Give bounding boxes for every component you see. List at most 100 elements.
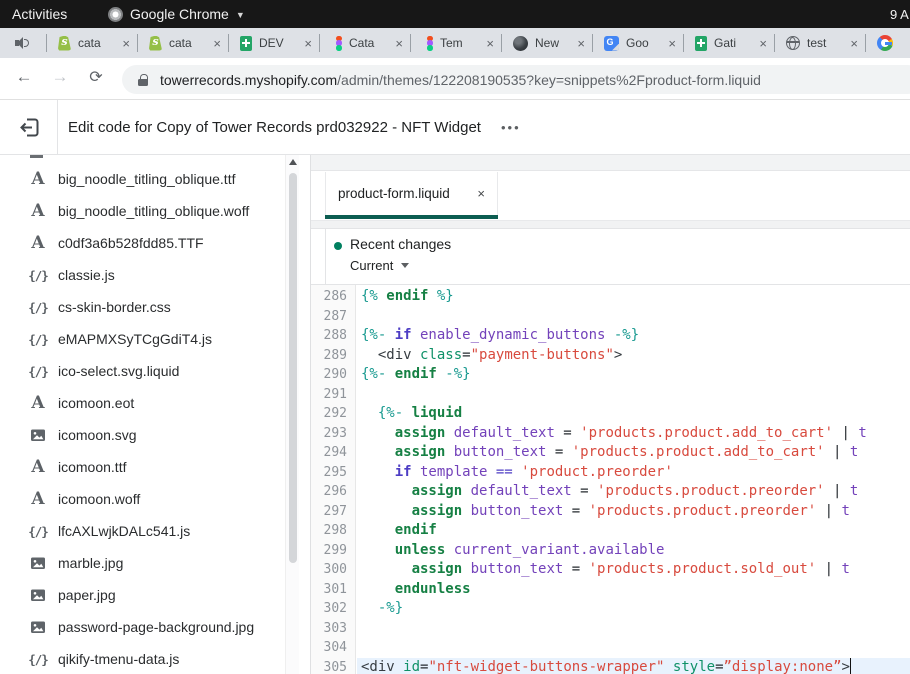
browser-tab[interactable]: New× — [501, 34, 592, 52]
file-list-item[interactable]: icomoon.svg — [0, 419, 284, 451]
activities-button[interactable]: Activities — [12, 6, 67, 22]
close-tab-icon[interactable]: × — [122, 36, 130, 51]
code-lines[interactable]: {% endif %} {%- if enable_dynamic_buttons… — [357, 285, 910, 674]
file-list-item[interactable]: Aicomoon.woff — [0, 483, 284, 515]
browser-tab[interactable]: DEV× — [228, 34, 319, 52]
code-token: t — [841, 561, 849, 577]
file-list-item[interactable]: Abig_noodle_titling_oblique.ttf — [0, 163, 284, 195]
code-line[interactable]: assign button_text = 'products.product.s… — [357, 560, 910, 580]
file-list-item[interactable]: {/}qikify-tmenu-data.js — [0, 643, 284, 674]
code-line[interactable]: endif — [357, 521, 910, 541]
code-token: > — [614, 347, 622, 363]
code-line[interactable]: endunless — [357, 580, 910, 600]
file-list-item[interactable]: {/}lfcAXLwjkDALc541.js — [0, 515, 284, 547]
file-list-item[interactable]: paper.jpg — [0, 579, 284, 611]
forward-button[interactable]: → — [48, 67, 72, 87]
file-list-item[interactable]: Ac0df3a6b528fdd85.TTF — [0, 227, 284, 259]
close-tab-icon[interactable]: × — [486, 36, 494, 51]
browser-tab[interactable]: cata× — [137, 34, 228, 52]
sidebar-scrollbar[interactable] — [285, 155, 299, 674]
code-line[interactable]: <div class="payment-buttons"> — [357, 346, 910, 366]
browser-tab[interactable]: test× — [774, 34, 865, 52]
browser-toolbar: ← → ⟳ towerrecords.myshopify.com/admin/t… — [0, 58, 910, 100]
close-tab-icon[interactable]: × — [213, 36, 221, 51]
page-title: Edit code for Copy of Tower Records prd0… — [68, 119, 481, 136]
line-number: 286 — [311, 287, 355, 307]
code-token: enable_dynamic_buttons — [412, 327, 606, 343]
tab-audio-indicator[interactable] — [0, 28, 46, 58]
code-icon-glyph: {/} — [28, 652, 48, 667]
code-token — [361, 581, 395, 597]
code-line[interactable]: -%} — [357, 599, 910, 619]
code-line[interactable] — [357, 385, 910, 405]
lock-icon[interactable] — [138, 74, 148, 86]
system-clock[interactable]: 9 A — [890, 7, 909, 22]
code-token: if — [395, 464, 412, 480]
code-token: -%} — [378, 600, 403, 616]
browser-tab[interactable]: Goo× — [592, 34, 683, 52]
recent-changes-label: Recent changes — [350, 236, 451, 252]
close-tab-icon[interactable]: × — [668, 36, 676, 51]
version-history-bar: Recent changes Current — [311, 229, 910, 285]
reload-button[interactable]: ⟳ — [84, 67, 108, 87]
close-tab-icon[interactable]: × — [395, 36, 403, 51]
browser-tab[interactable]: Tem× — [410, 34, 501, 52]
browser-tab[interactable] — [865, 34, 910, 52]
line-number-gutter: 2862872882892902912922932942952962972982… — [311, 285, 356, 674]
code-line[interactable] — [357, 307, 910, 327]
code-line[interactable]: {%- liquid — [357, 404, 910, 424]
browser-tab-label: Tem — [440, 36, 483, 50]
file-list-sidebar: Abig_noodle_titling_oblique.ttfAbig_nood… — [0, 155, 311, 674]
browser-tab[interactable]: Cata× — [319, 34, 410, 52]
code-token: current_variant.available — [445, 542, 664, 558]
code-line[interactable]: assign default_text = 'products.product.… — [357, 424, 910, 444]
close-tab-icon[interactable]: × — [759, 36, 767, 51]
close-tab-icon[interactable]: × — [577, 36, 585, 51]
code-area[interactable]: 2862872882892902912922932942952962972982… — [311, 285, 910, 674]
file-list-item[interactable]: Aicomoon.eot — [0, 387, 284, 419]
code-line[interactable]: assign default_text = 'products.product.… — [357, 482, 910, 502]
code-line[interactable]: {%- if enable_dynamic_buttons -%} — [357, 326, 910, 346]
back-button[interactable]: ← — [12, 67, 36, 87]
file-list-item[interactable]: Aicomoon.ttf — [0, 451, 284, 483]
exit-code-editor-button[interactable] — [18, 116, 41, 139]
close-tab-icon[interactable]: × — [304, 36, 312, 51]
file-list-item[interactable]: Abig_noodle_titling_oblique.woff — [0, 195, 284, 227]
code-line[interactable]: unless current_variant.available — [357, 541, 910, 561]
code-token: liquid — [412, 405, 463, 421]
font-icon-glyph: A — [31, 235, 44, 252]
chevron-down-icon[interactable] — [401, 263, 409, 268]
code-line[interactable] — [357, 638, 910, 658]
code-token: default_text — [462, 483, 572, 499]
clipped-file-icon — [30, 155, 43, 158]
address-bar-input[interactable]: towerrecords.myshopify.com/admin/themes/… — [122, 65, 910, 94]
code-line[interactable]: <div id="nft-widget-buttons-wrapper" sty… — [357, 658, 910, 674]
browser-tab[interactable]: cata× — [46, 34, 137, 52]
code-icon: {/} — [28, 652, 48, 667]
file-list-item[interactable]: password-page-background.jpg — [0, 611, 284, 643]
scroll-up-arrow-icon[interactable] — [289, 159, 297, 165]
close-tab-icon[interactable]: × — [850, 36, 858, 51]
code-line[interactable]: assign button_text = 'products.product.p… — [357, 502, 910, 522]
file-list-item[interactable]: marble.jpg — [0, 547, 284, 579]
app-menu-label: Google Chrome — [130, 6, 229, 22]
app-menu-button[interactable]: Google Chrome ▼ — [108, 6, 245, 22]
browser-tab[interactable]: Gati× — [683, 34, 774, 52]
scrollbar-thumb[interactable] — [289, 173, 297, 563]
code-line[interactable]: assign button_text = 'products.product.a… — [357, 443, 910, 463]
code-line[interactable]: {%- endif -%} — [357, 365, 910, 385]
code-line[interactable] — [357, 619, 910, 639]
code-line[interactable]: if template == 'product.preorder' — [357, 463, 910, 483]
file-list-item[interactable]: {/}classie.js — [0, 259, 284, 291]
code-line[interactable]: {% endif %} — [357, 287, 910, 307]
globe-icon — [786, 36, 800, 50]
editor-file-tab[interactable]: product-form.liquid × — [325, 172, 498, 215]
file-name: c0df3a6b528fdd85.TTF — [58, 235, 204, 251]
version-dropdown[interactable]: Current — [350, 258, 393, 273]
close-tab-icon[interactable]: × — [477, 186, 485, 201]
file-list-item[interactable]: {/}ico-select.svg.liquid — [0, 355, 284, 387]
more-actions-button[interactable]: ••• — [501, 120, 521, 135]
file-list-item[interactable]: {/}eMAPMXSyTCgGdiT4.js — [0, 323, 284, 355]
file-list-item[interactable]: {/}cs-skin-border.css — [0, 291, 284, 323]
code-token: assign — [412, 483, 463, 499]
